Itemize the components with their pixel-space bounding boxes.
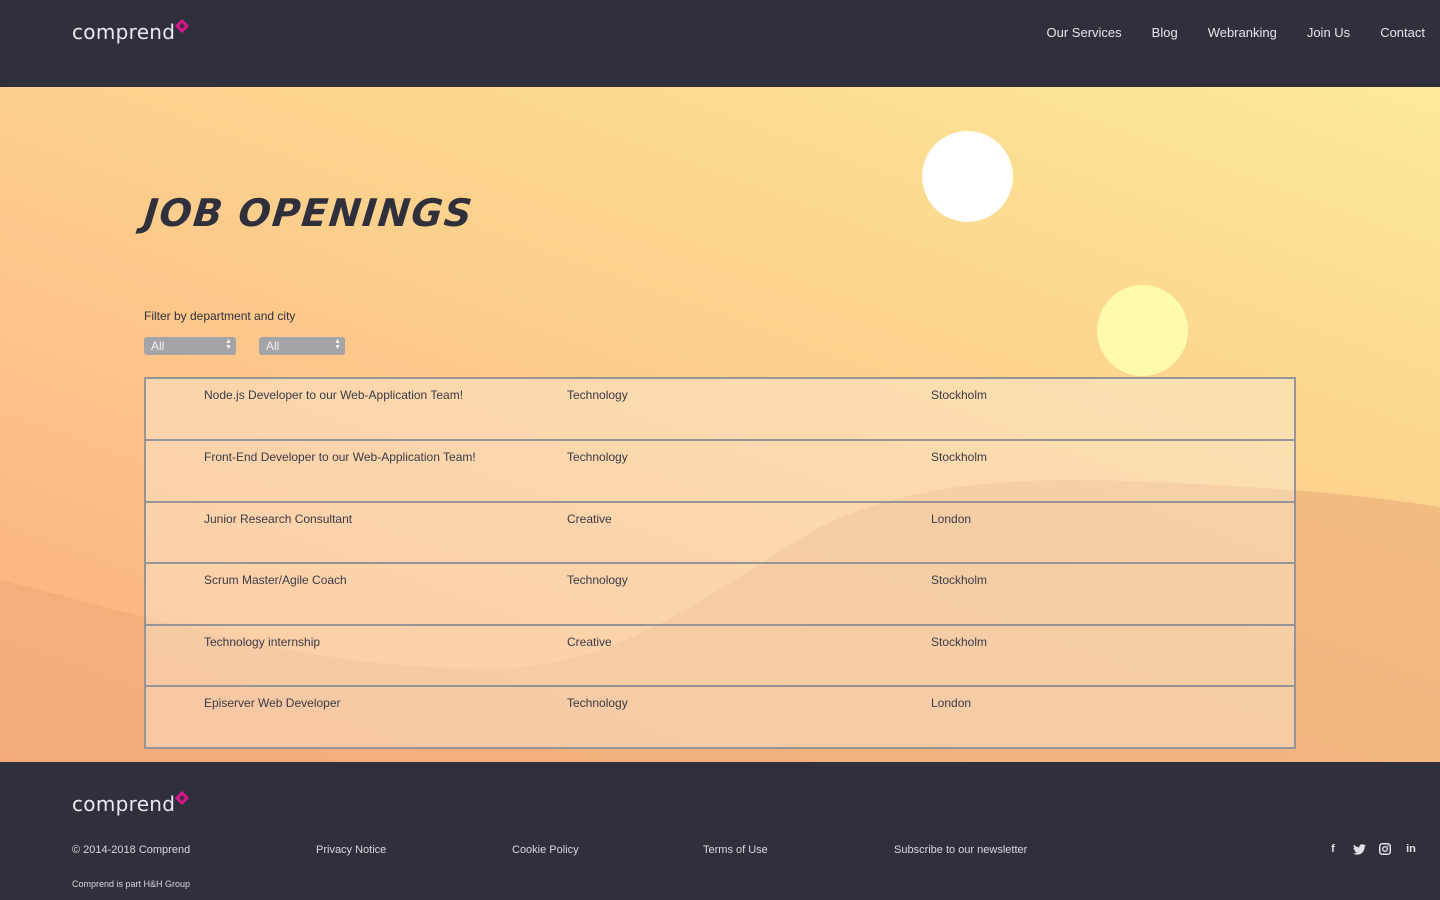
job-row[interactable]: Technology internship Creative Stockholm [146, 623, 1294, 685]
job-city: Stockholm [931, 388, 988, 402]
nav-our-services[interactable]: Our Services [1047, 25, 1122, 41]
job-list: Node.js Developer to our Web-Application… [144, 377, 1296, 749]
job-row[interactable]: Front-End Developer to our Web-Applicati… [146, 439, 1294, 501]
nav-contact[interactable]: Contact [1380, 25, 1425, 41]
site-footer: comprend © 2014-2018 Comprend Privacy No… [0, 762, 1440, 900]
social-links: f in [1326, 842, 1418, 856]
terms-of-use-link[interactable]: Terms of Use [703, 844, 768, 856]
twitter-icon[interactable] [1352, 842, 1366, 856]
department-select-value: All [151, 339, 165, 353]
logo[interactable]: comprend [72, 18, 190, 44]
white-sun [922, 131, 1013, 222]
job-row[interactable]: Junior Research Consultant Creative Lond… [146, 500, 1294, 562]
hero-section: JOB OPENINGS Filter by department and ci… [0, 87, 1440, 762]
select-arrows-icon: ▲ ▼ [334, 338, 341, 351]
job-title: Technology internship [204, 634, 321, 649]
job-city: Stockholm [931, 573, 988, 587]
logo-diamond-icon [175, 790, 190, 806]
city-select-value: All [266, 339, 280, 353]
instagram-icon[interactable] [1378, 842, 1392, 856]
select-arrows-icon: ▲ ▼ [225, 338, 232, 351]
department-select[interactable]: All ▲ ▼ [144, 337, 236, 355]
job-title: Episerver Web Developer [204, 696, 341, 710]
job-city: Stockholm [931, 450, 988, 464]
job-title: Node.js Developer to our Web-Application… [204, 388, 464, 402]
copyright-text: © 2014-2018 Comprend [72, 844, 191, 856]
job-department: Creative [567, 634, 612, 649]
job-department: Technology [567, 573, 628, 587]
logo-text: comprend [72, 20, 176, 44]
job-city: London [931, 511, 972, 526]
footer-logo[interactable]: comprend [72, 790, 190, 816]
job-row[interactable]: Node.js Developer to our Web-Application… [146, 379, 1294, 439]
job-department: Technology [567, 450, 628, 464]
facebook-icon[interactable]: f [1326, 842, 1340, 856]
job-row[interactable]: Scrum Master/Agile Coach Technology Stoc… [146, 562, 1294, 624]
job-row[interactable]: Episerver Web Developer Technology Londo… [146, 685, 1294, 747]
logo-diamond-icon [175, 18, 190, 34]
nav-blog[interactable]: Blog [1152, 25, 1178, 41]
newsletter-link[interactable]: Subscribe to our newsletter [894, 844, 1027, 856]
page-title: JOB OPENINGS [141, 191, 476, 235]
city-select[interactable]: All ▲ ▼ [259, 337, 345, 355]
filter-label: Filter by department and city [144, 309, 296, 323]
job-title: Scrum Master/Agile Coach [204, 573, 347, 587]
main-nav: Our Services Blog Webranking Join Us Con… [1047, 25, 1425, 41]
job-title: Junior Research Consultant [204, 511, 353, 526]
job-title: Front-End Developer to our Web-Applicati… [204, 450, 476, 464]
cookie-policy-link[interactable]: Cookie Policy [512, 844, 579, 856]
site-header: comprend Our Services Blog Webranking Jo… [0, 0, 1440, 87]
job-city: Stockholm [931, 634, 988, 649]
job-department: Technology [567, 388, 628, 402]
job-city: London [931, 696, 972, 710]
job-department: Technology [567, 696, 628, 710]
nav-join-us[interactable]: Join Us [1307, 25, 1350, 41]
job-department: Creative [567, 511, 612, 526]
privacy-notice-link[interactable]: Privacy Notice [316, 844, 386, 856]
linkedin-icon[interactable]: in [1404, 842, 1418, 856]
group-note: Comprend is part H&H Group [72, 879, 191, 889]
nav-webranking[interactable]: Webranking [1208, 25, 1277, 41]
footer-logo-text: comprend [72, 792, 176, 816]
yellow-sun [1097, 285, 1188, 376]
